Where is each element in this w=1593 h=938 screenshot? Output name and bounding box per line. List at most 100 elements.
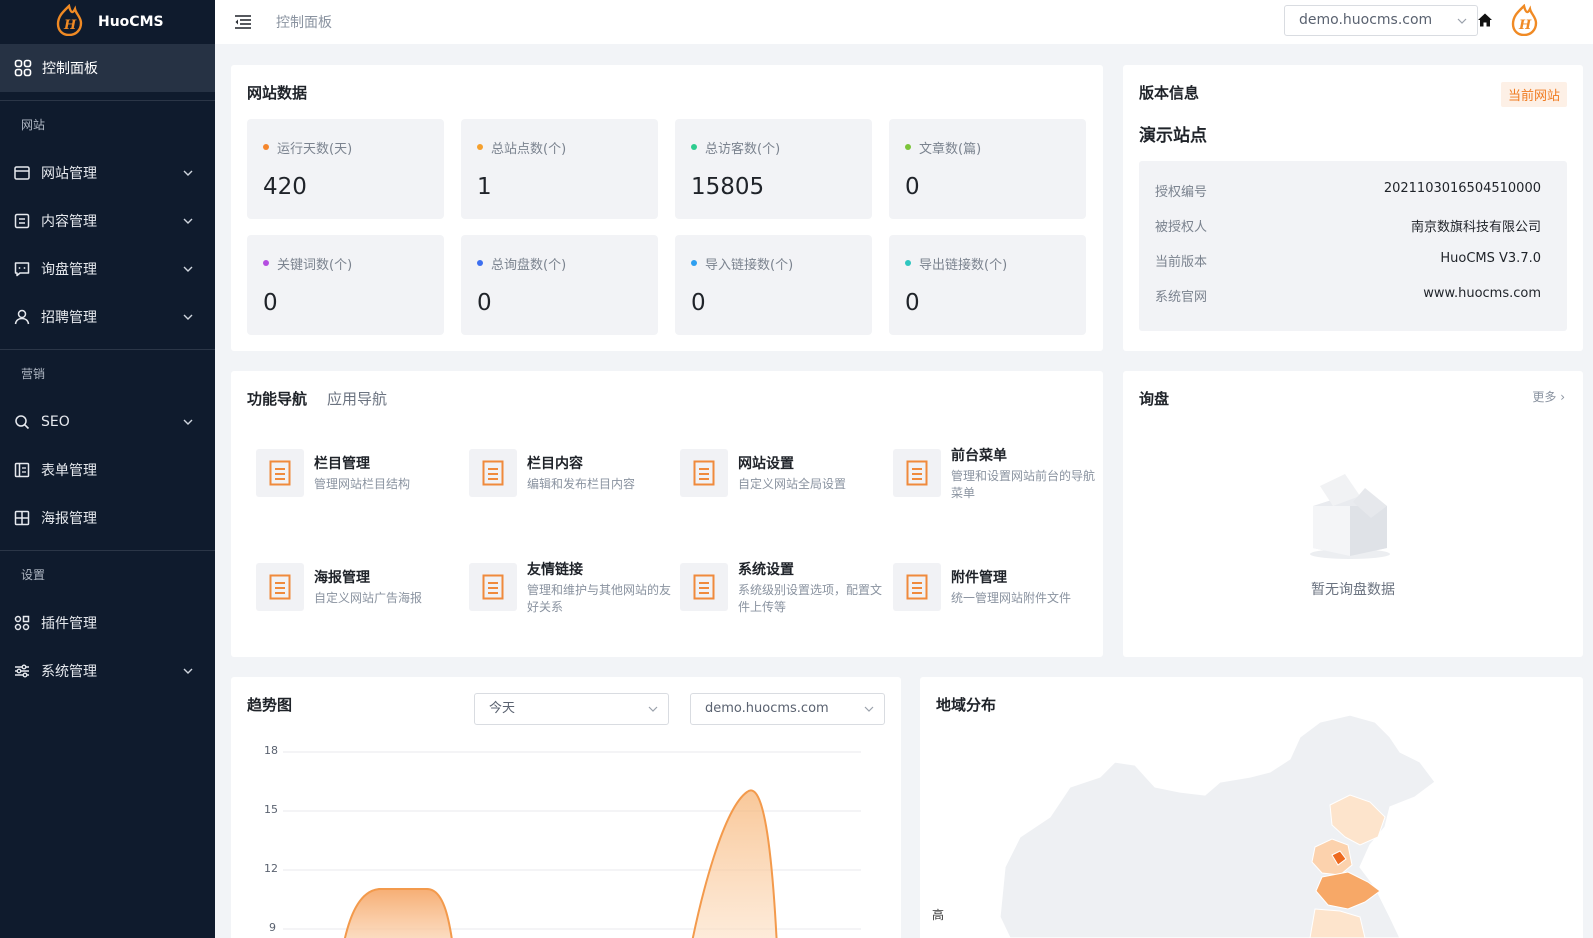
info-value: HuoCMS V3.7.0: [1440, 251, 1541, 266]
sidebar-item-seo[interactable]: SEO: [0, 398, 215, 446]
nav-item-title: 系统设置: [738, 561, 794, 578]
sidebar-item-dashboard[interactable]: 控制面板: [0, 44, 215, 92]
tab-app-nav[interactable]: 应用导航: [327, 388, 387, 409]
nav-item-columns[interactable]: 栏目管理 管理网站栏目结构: [256, 443, 466, 503]
stat-value: 0: [263, 290, 278, 316]
nav-item-desc: 自定义网站广告海报: [314, 591, 423, 605]
tab-function-nav[interactable]: 功能导航: [247, 388, 307, 409]
home-icon[interactable]: [1476, 11, 1494, 29]
nav-item-icon-box: [469, 563, 517, 611]
info-value: 南京数旗科技有限公司: [1410, 220, 1541, 235]
nav-item-icon-box: [893, 563, 941, 611]
site-select[interactable]: demo.huocms.com: [1284, 5, 1478, 36]
dashboard-icon: [14, 59, 32, 77]
nav-item-desc: 管理和维护与其他网站的友好关系: [527, 582, 672, 614]
document-icon: [14, 213, 30, 229]
document-icon: [906, 460, 928, 486]
sidebar-item-forms[interactable]: 表单管理: [0, 446, 215, 494]
nav-item-icon-box: [256, 563, 304, 611]
info-key: 授权编号: [1155, 185, 1208, 200]
stat-outbound-links: 导出链接数(个) 0: [889, 235, 1086, 335]
info-row: 系统官网 www.huocms.com: [1155, 286, 1541, 306]
chevron-down-icon: [1457, 18, 1467, 24]
status-dot: [905, 144, 911, 150]
user-icon: [14, 309, 30, 325]
nav-item-title: 海报管理: [314, 570, 370, 586]
stat-label: 关键词数(个): [277, 258, 353, 273]
nav-item-column-content[interactable]: 栏目内容 编辑和发布栏目内容: [469, 443, 679, 503]
stat-value: 0: [905, 290, 920, 316]
avatar[interactable]: H: [1508, 4, 1540, 36]
nav-item-icon-box: [469, 449, 517, 497]
stat-label: 导入链接数(个): [705, 258, 794, 273]
document-icon: [693, 574, 715, 600]
status-dot: [691, 144, 697, 150]
stat-label: 总询盘数(个): [491, 258, 567, 273]
nav-item-front-menu[interactable]: 前台菜单 管理和设置网站前台的导航菜单: [893, 443, 1103, 503]
chevron-right-icon: ›: [1560, 390, 1565, 404]
nav-item-icon-box: [680, 563, 728, 611]
sidebar-item-label: 控制面板: [42, 61, 98, 77]
sidebar-item-content[interactable]: 内容管理: [0, 197, 215, 245]
empty-text: 暂无询盘数据: [1311, 582, 1395, 598]
sidebar-item-posters[interactable]: 海报管理: [0, 494, 215, 542]
sidebar-item-label: SEO: [41, 414, 70, 430]
nav-item-icon-box: [893, 449, 941, 497]
trend-chart: [283, 751, 861, 938]
chevron-down-icon: [183, 314, 193, 320]
info-key: 当前版本: [1155, 255, 1208, 270]
area-series-peak-2: [691, 789, 778, 938]
sidebar-item-label: 插件管理: [41, 616, 97, 632]
site-name: 演示站点: [1139, 126, 1207, 146]
empty-box-icon: [1310, 474, 1390, 559]
sidebar-item-system[interactable]: 系统管理: [0, 647, 215, 695]
stat-inquiries: 总询盘数(个) 0: [461, 235, 658, 335]
sidebar-item-recruit[interactable]: 招聘管理: [0, 293, 215, 341]
stat-label: 总站点数(个): [491, 142, 567, 157]
browser-icon: [14, 166, 30, 180]
stat-value: 0: [477, 290, 492, 316]
nav-item-title: 友情链接: [527, 561, 583, 578]
sidebar-item-inquiry[interactable]: 询盘管理: [0, 245, 215, 293]
nav-tabs: 功能导航 应用导航: [247, 388, 387, 409]
menu-fold-icon[interactable]: [235, 15, 251, 29]
status-dot: [263, 144, 269, 150]
sidebar: H HuoCMS 控制面板 网站 网站管理 内容管理 询盘管理 招聘管理 营销: [0, 0, 215, 938]
sidebar-item-website[interactable]: 网站管理: [0, 149, 215, 197]
nav-item-desc: 自定义网站全局设置: [738, 477, 847, 491]
nav-item-desc: 编辑和发布栏目内容: [527, 477, 636, 491]
sidebar-item-label: 海报管理: [41, 511, 97, 527]
info-value[interactable]: www.huocms.com: [1423, 286, 1541, 306]
sidebar-item-label: 招聘管理: [41, 310, 97, 326]
nav-item-desc: 统一管理网站附件文件: [951, 591, 1072, 605]
nav-item-friend-links[interactable]: 友情链接管理和维护与其他网站的友好关系: [469, 557, 679, 617]
form-icon: [14, 462, 30, 478]
nav-item-system-settings[interactable]: 系统设置 系统级别设置选项，配置文件上传等: [680, 557, 890, 617]
nav-item-title: 网站设置: [738, 456, 794, 472]
plugin-icon: [14, 615, 30, 631]
status-dot: [477, 144, 483, 150]
status-dot: [905, 260, 911, 266]
sliders-icon: [15, 664, 29, 678]
stat-label: 总访客数(个): [705, 142, 781, 157]
stat-run-days: 运行天数(天) 420: [247, 119, 444, 219]
stat-visitors: 总访客数(个) 15805: [675, 119, 872, 219]
status-dot: [263, 260, 269, 266]
card-title: 网站数据: [247, 84, 308, 102]
nav-item-site-settings[interactable]: 网站设置自定义网站全局设置: [680, 443, 890, 503]
group-title-website: 网站: [21, 118, 46, 132]
nav-item-attachments[interactable]: 附件管理 统一管理网站附件文件: [893, 557, 1103, 617]
info-row: 被授权人 南京数旗科技有限公司: [1155, 216, 1541, 236]
sidebar-item-label: 内容管理: [41, 214, 97, 230]
breadcrumb[interactable]: 控制面板: [276, 12, 332, 32]
sidebar-item-plugins[interactable]: 插件管理: [0, 599, 215, 647]
chevron-down-icon: [183, 419, 193, 425]
info-key: 系统官网: [1155, 290, 1208, 305]
area-series-peak-1: [343, 888, 453, 938]
brand[interactable]: H HuoCMS: [0, 0, 215, 44]
trend-card: 趋势图 今天 demo.huocms.com 18 15 12 9: [231, 677, 901, 938]
status-dot: [691, 260, 697, 266]
sidebar-item-label: 询盘管理: [41, 262, 97, 278]
nav-item-posters[interactable]: 海报管理自定义网站广告海报: [256, 557, 466, 617]
more-link[interactable]: 更多 ›: [1532, 388, 1565, 405]
